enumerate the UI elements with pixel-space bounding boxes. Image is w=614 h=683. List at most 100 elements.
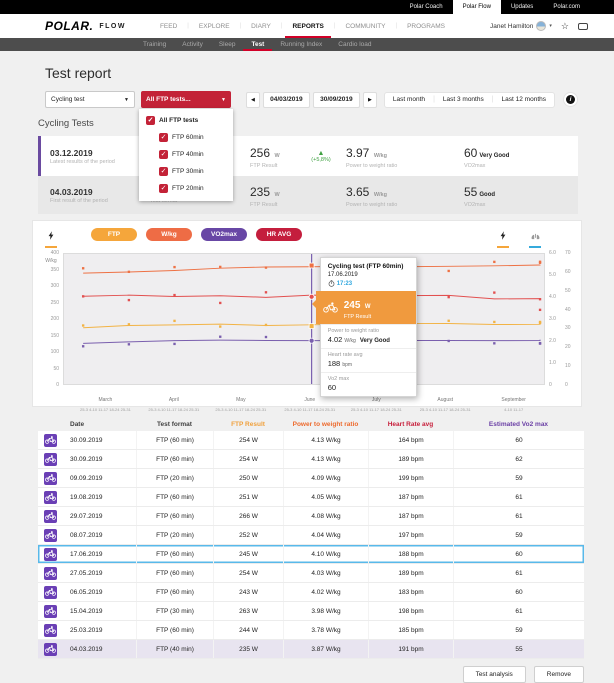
polar-logo[interactable]: POLAR. — [45, 19, 93, 33]
table-row[interactable]: 30.09.2019 FTP (60 min) 254 W 4.13 W/kg … — [38, 450, 584, 469]
checkbox-checked-icon[interactable]: ✓ — [146, 116, 155, 125]
col-header-ftp-result[interactable]: FTP Result — [213, 421, 283, 428]
report-controls: Cycling test ▼ All FTP tests... ▼ ✓ All … — [45, 91, 578, 108]
col-header-estimated-vo2-max[interactable]: Estimated Vo2 max — [453, 421, 584, 428]
chart-tooltip: Cycling test (FTP 60min) 17.06.2019 17:2… — [320, 257, 417, 397]
row-sport-cell — [38, 545, 66, 563]
subnav-sleep[interactable]: Sleep — [211, 38, 244, 51]
data-point-wkg — [448, 270, 450, 272]
topbar-link-polar-coach[interactable]: Polar Coach — [400, 0, 453, 14]
cell-test-format: FTP (20 min) — [136, 526, 213, 544]
topbar-link-updates[interactable]: Updates — [501, 0, 543, 14]
summary-row[interactable]: 03.12.2019 Latest results of the period … — [38, 136, 578, 176]
table-row[interactable]: 27.05.2019 FTP (60 min) 254 W 4.03 W/kg … — [38, 564, 584, 583]
nav-explore[interactable]: EXPLORE — [189, 14, 240, 38]
table-row[interactable]: 29.07.2019 FTP (60 min) 266 W 4.08 W/kg … — [38, 507, 584, 526]
favorites-icon[interactable]: ☆ — [561, 22, 569, 31]
data-point-ftp — [173, 320, 175, 322]
test-type-select[interactable]: All FTP tests... ▼ — [141, 91, 231, 108]
col-header-power-to-weight-ratio[interactable]: Power to weight ratio — [283, 421, 368, 428]
cell-test-format: FTP (60 min) — [136, 564, 213, 582]
flow-wordmark: FLOW — [99, 23, 126, 30]
subnav-running-index[interactable]: Running Index — [272, 38, 330, 51]
nav-community[interactable]: COMMUNITY — [335, 14, 395, 38]
nav-programs[interactable]: PROGRAMS — [397, 14, 455, 38]
subnav-training[interactable]: Training — [135, 38, 174, 51]
table-row[interactable]: 08.07.2019 FTP (20 min) 252 W 4.04 W/kg … — [38, 526, 584, 545]
feedback-icon[interactable] — [578, 23, 588, 30]
col-header-test-format[interactable]: Test format — [136, 421, 213, 428]
month-name: July — [372, 397, 381, 403]
data-point-wkg — [128, 271, 130, 273]
avatar[interactable] — [536, 21, 546, 31]
remove-button[interactable]: Remove — [534, 666, 584, 683]
cell-test-format: FTP (60 min) — [136, 431, 213, 449]
menu-item-ftp-60min[interactable]: ✓FTP 60min — [139, 129, 233, 146]
checkbox-checked-icon[interactable]: ✓ — [159, 150, 168, 159]
table-row[interactable]: 06.05.2019 FTP (60 min) 243 W 4.02 W/kg … — [38, 583, 584, 602]
summary-vo2-sub: VO2max — [464, 202, 578, 208]
quick-range-last-12-months[interactable]: Last 12 months — [494, 96, 554, 103]
col-header-date[interactable]: Date — [66, 421, 136, 428]
prev-period-button[interactable]: ◀ — [246, 92, 260, 108]
table-row[interactable]: 17.06.2019 FTP (60 min) 245 W 4.10 W/kg … — [38, 545, 584, 564]
table-row[interactable]: 19.08.2019 FTP (60 min) 251 W 4.05 W/kg … — [38, 488, 584, 507]
next-period-button[interactable]: ▶ — [363, 92, 377, 108]
data-point-vo2 — [265, 336, 267, 338]
summary-wkg-unit: W/kg — [374, 153, 387, 159]
table-row[interactable]: 25.03.2019 FTP (60 min) 244 W 3.78 W/kg … — [38, 621, 584, 640]
menu-item-all-ftp-tests[interactable]: ✓ All FTP tests — [139, 112, 233, 129]
y-axis-tick: 60 — [565, 269, 577, 275]
table-row[interactable]: 15.04.2019 FTP (30 min) 263 W 3.98 W/kg … — [38, 602, 584, 621]
sport-select[interactable]: Cycling test ▼ — [45, 91, 135, 108]
y-axis-left: 400350300250200150100500 — [37, 250, 59, 388]
table-row[interactable]: 30.09.2019 FTP (60 min) 254 W 4.13 W/kg … — [38, 431, 584, 450]
summary-ftp-unit: W — [274, 153, 279, 159]
data-point-ftp — [493, 321, 495, 323]
nav-diary[interactable]: DIARY — [241, 14, 281, 38]
legend-hr-avg[interactable]: HR AVG — [256, 228, 302, 241]
user-menu[interactable]: Janet Hamilton ▾ — [490, 21, 552, 31]
chevron-down-icon: ▼ — [221, 97, 226, 103]
legend-w-kg[interactable]: W/kg — [146, 228, 192, 241]
menu-item-ftp-20min[interactable]: ✓FTP 20min — [139, 180, 233, 197]
y-axis-tick: 0 — [565, 382, 577, 388]
checkbox-checked-icon[interactable]: ✓ — [159, 184, 168, 193]
month-name: August — [437, 397, 453, 403]
bolt-icon — [48, 231, 54, 240]
checkbox-checked-icon[interactable]: ✓ — [159, 167, 168, 176]
tooltip-p2w-value: 4.02 — [328, 335, 343, 344]
chart-plot-area[interactable]: 400350300250200150100500 6.05.04.03.02.0… — [63, 253, 545, 385]
quick-range-last-month[interactable]: Last month — [385, 96, 433, 103]
summary-row[interactable]: 04.03.2019 First result of the period FT… — [38, 176, 578, 214]
table-row[interactable]: 09.09.2019 FTP (20 min) 250 W 4.09 W/kg … — [38, 469, 584, 488]
y-axis-wkg: 6.05.04.03.02.01.00 — [549, 250, 561, 388]
cell-test-format: FTP (40 min) — [136, 640, 213, 658]
menu-item-ftp-30min[interactable]: ✓ FTP 30min — [139, 163, 233, 180]
table-body: 30.09.2019 FTP (60 min) 254 W 4.13 W/kg … — [38, 431, 584, 659]
cell-power-to-weight: 3.87 W/kg — [283, 640, 368, 658]
topbar-link-polar-com[interactable]: Polar.com — [543, 0, 590, 14]
col-header-heart-rate-avg[interactable]: Heart Rate avg — [368, 421, 453, 428]
nav-feed[interactable]: FEED — [150, 14, 187, 38]
topbar-link-polar-flow[interactable]: Polar Flow — [453, 0, 501, 14]
info-button[interactable]: i — [563, 92, 578, 107]
subnav-cardio-load[interactable]: Cardio load — [330, 38, 379, 51]
data-point-ftp — [82, 324, 84, 326]
checkbox-checked-icon[interactable]: ✓ — [159, 133, 168, 142]
nav-reports[interactable]: REPORTS — [282, 14, 333, 38]
quick-range-last-3-months[interactable]: Last 3 months — [435, 96, 492, 103]
cycling-icon — [44, 472, 57, 485]
menu-item-label: FTP 30min — [172, 168, 204, 175]
subnav-activity[interactable]: Activity — [174, 38, 211, 51]
menu-item-ftp-40min[interactable]: ✓FTP 40min — [139, 146, 233, 163]
legend-vo2max[interactable]: VO2max — [201, 228, 247, 241]
tooltip-p2w-rating: Very Good — [360, 338, 390, 344]
date-from-input[interactable]: 04/03/2019 — [263, 92, 310, 108]
subnav-test[interactable]: Test — [243, 38, 272, 51]
data-point-ftp — [219, 325, 221, 327]
table-row[interactable]: 04.03.2019 FTP (40 min) 235 W 3.87 W/kg … — [38, 640, 584, 659]
test-analysis-button[interactable]: Test analysis — [463, 666, 526, 683]
legend-ftp[interactable]: FTP — [91, 228, 137, 241]
date-to-input[interactable]: 30/09/2019 — [313, 92, 360, 108]
